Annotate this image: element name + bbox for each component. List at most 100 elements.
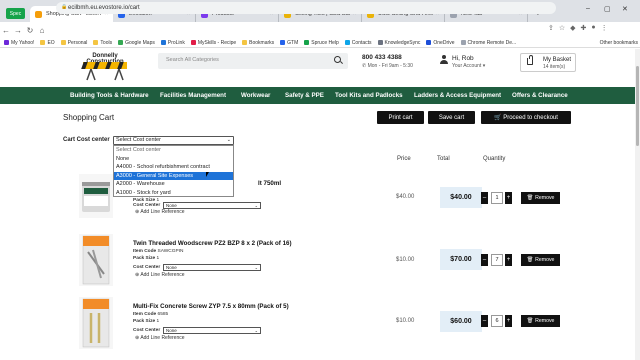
nav-workwear[interactable]: Workwear [241,92,270,99]
product-name[interactable]: Multi-Fix Concrete Screw ZYP 7.5 x 80mm … [133,303,289,310]
print-cart-button[interactable]: Print cart [377,111,424,124]
user-greeting[interactable]: Hi, Rob [452,55,474,62]
nav-offers[interactable]: Offers & Clearance [512,92,568,99]
bookmark-icon [304,40,310,45]
basket-icon [527,55,533,65]
quantity-increase-button[interactable]: + [505,315,512,327]
save-cart-button[interactable]: Save cart [428,111,475,124]
dropdown-option[interactable]: None [114,155,233,164]
nav-safety-ppe[interactable]: Safety & PPE [285,92,324,99]
chevron-down-icon: ⌄ [254,265,258,270]
share-icon[interactable]: ⇪ [548,24,554,32]
puzzle-icon[interactable]: ✚ [581,24,587,32]
basket-button[interactable]: My Basket 14 item(s) [520,53,576,72]
site-favicon-icon [35,10,42,18]
column-header-price: Price [397,156,411,162]
cart-item: Twin Threaded Woodscrew PZ2 BZP 8 x 2 (P… [63,232,563,288]
bookmark-item[interactable]: MySkills - Recipe [190,40,236,46]
other-bookmarks[interactable]: Other bookmarks [600,38,638,48]
account-link[interactable]: Your Account ▾ [452,63,485,69]
forward-icon[interactable]: → [12,26,24,35]
reload-icon[interactable]: ↻ [24,26,36,35]
bookmark-item[interactable]: ProLink [160,40,185,46]
bookmark-icon [460,40,466,45]
bookmark-item[interactable]: Contacts [344,40,372,46]
line-total: $40.00 [440,187,482,208]
nav-facilities-management[interactable]: Facilities Management [160,92,226,99]
bookmark-item[interactable]: Google Maps [118,40,155,46]
row-cost-center-label: Cost Center [133,265,161,270]
extension-icons: ⇪ ☆ ◆ ✚ ● ⋮ [548,24,608,32]
quantity-decrease-button[interactable]: – [481,315,488,327]
dropdown-option[interactable]: A2000 - Warehouse [114,180,233,189]
remove-button[interactable]: 🗑 Remove [521,254,560,266]
bookmark-item[interactable]: OneDrive [426,40,455,46]
add-line-reference[interactable]: ⊕ Add Line Reference [135,272,185,278]
scrollbar-thumb[interactable] [636,66,639,146]
nav-tool-kits[interactable]: Tool Kits and Padlocks [335,92,403,99]
user-icon[interactable] [440,55,448,65]
add-line-reference[interactable]: ⊕ Add Line Reference [135,209,185,215]
quantity-increase-button[interactable]: + [505,254,512,266]
maximize-icon[interactable]: ▢ [604,5,611,13]
search-icon[interactable] [334,56,341,63]
bookmark-item[interactable]: My Yahoo! [4,40,34,46]
trash-icon: 🗑 [526,257,534,263]
bookmark-item[interactable]: Personal [60,40,87,46]
basket-title: My Basket [543,57,572,63]
profile-icon[interactable]: ● [591,24,595,32]
search-input[interactable]: Search All Categories [158,53,348,69]
nav-ladders[interactable]: Ladders & Access Equipment [414,92,501,99]
remove-button[interactable]: 🗑 Remove [521,315,560,327]
remove-button[interactable]: 🗑 Remove [521,192,560,204]
minimize-icon[interactable]: – [586,5,590,12]
dropdown-option[interactable]: Select Cost center [114,146,233,155]
product-name[interactable]: lt 750ml [258,180,281,187]
bookmark-item[interactable]: GTM [280,40,298,46]
column-header-quantity: Quantity [483,156,506,162]
quantity-decrease-button[interactable]: – [481,192,488,204]
bookmark-icon [160,40,166,45]
line-total: $70.00 [440,249,482,270]
cost-center-label: Cart Cost center [63,137,110,143]
unit-price: $40.00 [396,194,415,200]
trash-icon: 🗑 [526,318,534,324]
bookmark-item[interactable]: EO [40,40,55,46]
window-close-icon[interactable]: ✕ [622,5,628,13]
quantity-input[interactable]: 7 [491,254,503,266]
address-toolbar: ← → ↻ ⌂ [0,22,640,38]
home-icon[interactable]: ⌂ [36,26,48,35]
row-cost-center-select[interactable]: None ⌄ [163,264,261,271]
quantity-input[interactable]: 1 [491,192,503,204]
dropdown-option[interactable]: A1000 - Stock for yard [114,189,233,198]
checkout-button[interactable]: 🛒 Proceed to checkout [481,111,571,124]
menu-icon[interactable]: ⋮ [601,24,608,32]
bookmark-item[interactable]: Bookmarks [242,40,274,46]
row-cost-center-select[interactable]: None ⌄ [163,327,261,334]
quantity-increase-button[interactable]: + [505,192,512,204]
quantity-decrease-button[interactable]: – [481,254,488,266]
back-icon[interactable]: ← [0,26,12,35]
quantity-input[interactable]: 6 [491,315,503,327]
nav-building-tools[interactable]: Building Tools & Hardware [70,92,149,99]
star-icon[interactable]: ☆ [559,24,565,32]
profile-badge[interactable]: Spec [6,8,25,19]
bookmark-item[interactable]: Spruce Help [304,40,339,46]
add-line-reference[interactable]: ⊕ Add Line Reference [135,335,185,341]
dropdown-option[interactable]: A4000 - School refurbishment contract [114,163,233,172]
bookmark-item[interactable]: KnowledgeSync [377,40,420,46]
pack-size: Pack Size 1 [133,256,160,261]
product-name[interactable]: Twin Threaded Woodscrew PZ2 BZP 8 x 2 (P… [133,240,292,247]
bookmark-item[interactable]: Tools [93,40,112,46]
row-cost-center-select[interactable]: None ⌄ [163,202,261,209]
row-cost-center-label: Cost Center [133,328,161,333]
folder-icon [242,40,248,45]
lock-icon: 🔒 [61,4,68,10]
dropdown-option-selected[interactable]: A3000 - General Site Expenses [114,171,233,181]
address-bar[interactable]: 🔒 ecilbmh.eu.evostore.io/cart [56,2,556,14]
extension-icon[interactable]: ◆ [570,24,575,32]
bookmark-item[interactable]: Chrome Remote De... [460,40,516,46]
cost-center-select[interactable]: Select Cost center ⌄ [113,136,234,145]
cart-icon: 🛒 [494,115,504,121]
site-logo[interactable]: Donnelly Construction [75,53,135,81]
